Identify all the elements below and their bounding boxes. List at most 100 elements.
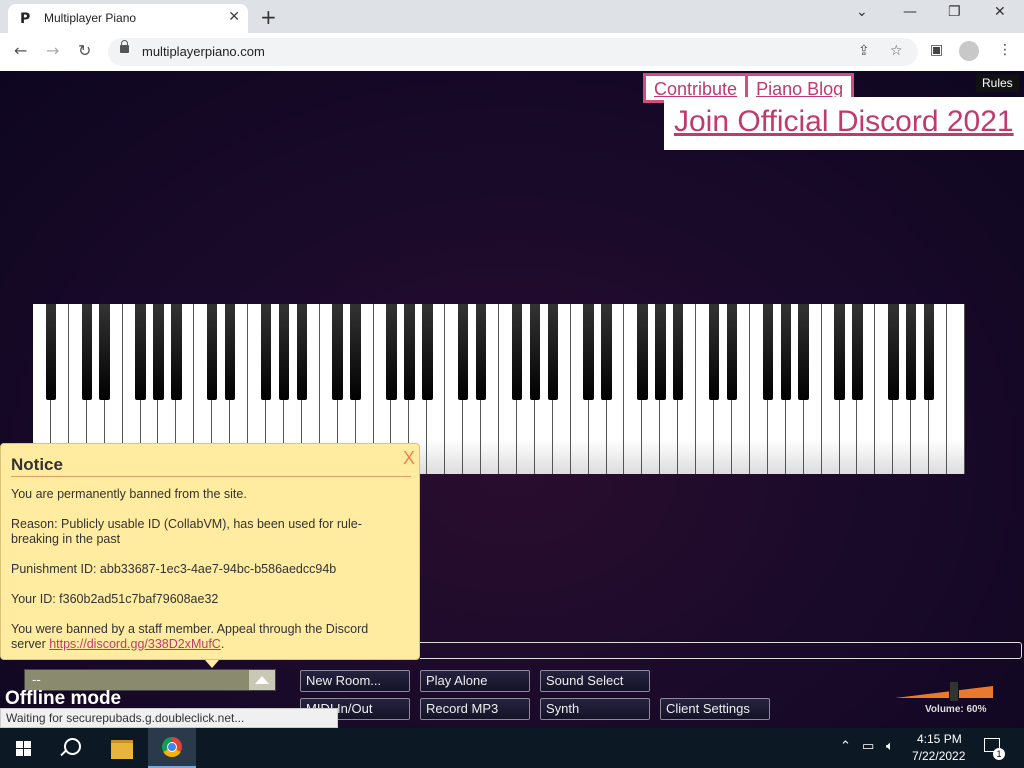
notice-pointer (205, 660, 219, 668)
search-icon[interactable] (64, 738, 81, 755)
bookmark-star-icon[interactable]: ☆ (890, 43, 903, 59)
lock-icon[interactable] (120, 40, 129, 53)
ban-reason: Reason: Publicly usable ID (CollabVM), h… (11, 517, 362, 546)
profile-avatar-icon[interactable] (959, 41, 979, 61)
volume-label: Volume: 60% (925, 704, 987, 715)
black-key[interactable] (923, 304, 935, 400)
black-key[interactable] (45, 304, 57, 400)
menu-kebab-icon[interactable]: ⋮ (998, 42, 1012, 58)
status-bar: Waiting for securepubads.g.doubleclick.n… (0, 708, 338, 728)
share-icon[interactable]: ⇪ (858, 43, 870, 59)
windows-taskbar: ⌃ ▭ 🔈︎ 4:15 PM 7/22/2022 1 (0, 728, 1024, 768)
appeal-discord-link[interactable]: https://discord.gg/338D2xMufC (49, 637, 221, 651)
notice-body: You are permanently banned from the site… (11, 487, 406, 667)
expand-up-icon[interactable] (249, 670, 275, 690)
rules-button[interactable]: Rules (976, 74, 1019, 92)
notice-dialog: Notice X You are permanently banned from… (0, 443, 420, 660)
browser-tab[interactable]: P Multiplayer Piano ✕ (8, 4, 248, 33)
black-key[interactable] (207, 304, 218, 400)
browser-tab-strip: P Multiplayer Piano ✕ + ⌄ — ❐ ✕ (0, 0, 1024, 33)
black-key[interactable] (762, 304, 774, 400)
black-key[interactable] (726, 304, 738, 400)
volume-knob[interactable] (949, 681, 959, 702)
discord-link[interactable]: Join Official Discord 2021 (674, 105, 1014, 139)
ban-message: You are permanently banned from the site… (11, 487, 247, 501)
black-key[interactable] (260, 304, 272, 400)
black-key[interactable] (547, 304, 558, 400)
black-key[interactable] (708, 304, 720, 400)
notice-title: Notice (11, 455, 63, 474)
sound-select-button[interactable]: Sound Select (540, 670, 650, 692)
play-alone-button[interactable]: Play Alone (420, 670, 530, 692)
black-key[interactable] (224, 304, 236, 400)
url-text: multiplayerpiano.com (142, 44, 265, 59)
black-key[interactable] (834, 304, 845, 400)
black-key[interactable] (511, 304, 523, 400)
volume-slider[interactable]: Volume: 60% (895, 681, 995, 715)
forward-icon[interactable]: → (46, 41, 59, 60)
black-key[interactable] (906, 304, 917, 400)
black-key[interactable] (278, 304, 290, 400)
black-key[interactable] (457, 304, 469, 400)
clock-time[interactable]: 4:15 PM (917, 732, 962, 746)
offline-mode-label: Offline mode (5, 688, 122, 709)
room-value: -- (32, 672, 41, 687)
black-key[interactable] (673, 304, 684, 400)
black-key[interactable] (153, 304, 164, 400)
black-key[interactable] (135, 304, 146, 400)
record-mp3-button[interactable]: Record MP3 (420, 698, 530, 720)
discord-banner: Join Official Discord 2021 (664, 97, 1024, 150)
black-key[interactable] (386, 304, 397, 400)
volume-track (895, 686, 993, 698)
piano-favicon-icon: P (20, 11, 31, 27)
black-key[interactable] (637, 304, 648, 400)
network-icon[interactable]: ▭ (862, 739, 874, 754)
new-tab-icon[interactable]: + (260, 5, 277, 29)
piano-page: Contribute Piano Blog Rules Join Officia… (0, 71, 1024, 728)
volume-icon[interactable]: 🔈︎ (886, 739, 894, 754)
black-key[interactable] (404, 304, 415, 400)
browser-toolbar: ← → ↻ multiplayerpiano.com ⇪ ☆ ▣ ⋮ (0, 33, 1024, 72)
black-key[interactable] (475, 304, 487, 400)
chat-input[interactable] (420, 642, 1022, 659)
black-key[interactable] (583, 304, 594, 400)
clock-date[interactable]: 7/22/2022 (912, 749, 965, 763)
black-key[interactable] (601, 304, 612, 400)
black-key[interactable] (350, 304, 361, 400)
tab-search-icon[interactable]: ⌄ (856, 4, 868, 20)
show-hidden-icons-icon[interactable]: ⌃ (840, 739, 851, 754)
black-key[interactable] (171, 304, 182, 400)
side-panel-icon[interactable]: ▣ (930, 42, 943, 58)
black-key[interactable] (852, 304, 863, 400)
black-key[interactable] (655, 304, 666, 400)
back-icon[interactable]: ← (14, 41, 27, 60)
black-key[interactable] (888, 304, 899, 400)
notice-close-button[interactable]: X (403, 448, 415, 469)
white-key[interactable] (947, 304, 965, 474)
appeal-end: . (220, 637, 225, 651)
address-bar[interactable]: multiplayerpiano.com ⇪ ☆ (108, 38, 918, 66)
black-key[interactable] (332, 304, 343, 400)
client-settings-button[interactable]: Client Settings (660, 698, 770, 720)
user-id: Your ID: f360b2ad51c7baf79608ae32 (11, 592, 219, 606)
black-key[interactable] (99, 304, 110, 400)
windows-start-icon[interactable] (16, 741, 31, 756)
minimize-icon[interactable]: — (903, 4, 917, 20)
close-tab-icon[interactable]: ✕ (228, 9, 240, 25)
restore-icon[interactable]: ❐ (948, 4, 961, 20)
black-key[interactable] (529, 304, 541, 400)
black-key[interactable] (780, 304, 791, 400)
black-key[interactable] (798, 304, 809, 400)
tab-title: Multiplayer Piano (44, 11, 137, 25)
black-key[interactable] (81, 304, 92, 400)
file-explorer-icon[interactable] (111, 740, 133, 759)
close-window-icon[interactable]: ✕ (994, 4, 1006, 20)
synth-button[interactable]: Synth (540, 698, 650, 720)
new-room-button[interactable]: New Room... (300, 670, 410, 692)
chrome-taskbar-button[interactable] (148, 728, 196, 768)
notification-count-badge: 1 (993, 748, 1005, 760)
reload-icon[interactable]: ↻ (78, 41, 91, 60)
black-key[interactable] (296, 304, 308, 400)
black-key[interactable] (422, 304, 433, 400)
chrome-icon (162, 737, 182, 757)
